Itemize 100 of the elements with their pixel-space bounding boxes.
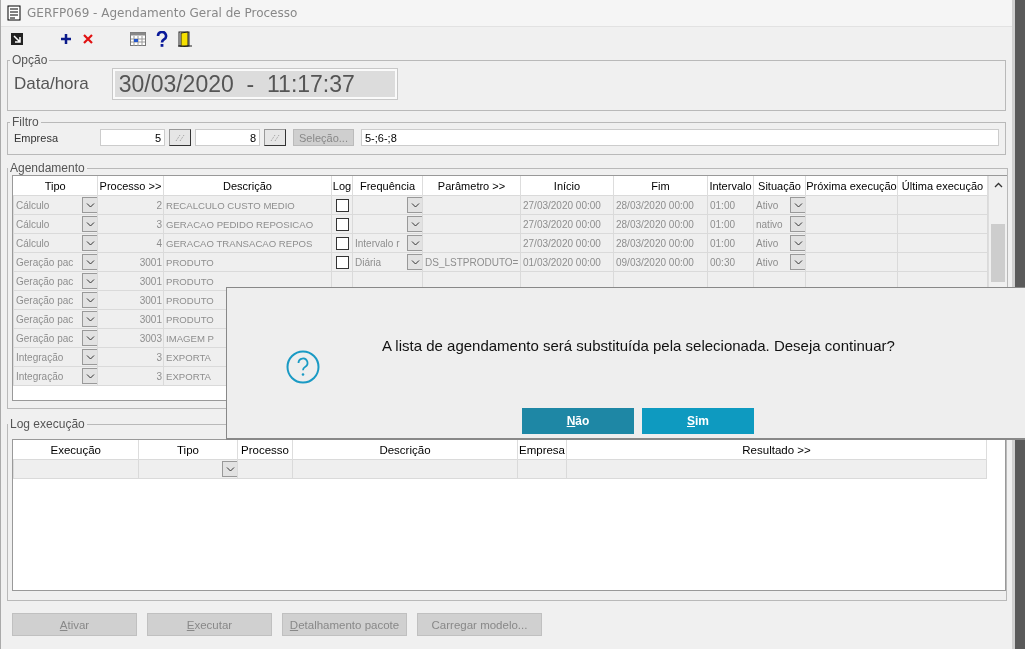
dropdown-button[interactable] xyxy=(82,349,97,365)
help-icon[interactable] xyxy=(156,31,168,47)
chevron-down-icon xyxy=(225,466,235,472)
dropdown-button[interactable] xyxy=(82,254,97,270)
table-cell: Integração xyxy=(16,351,64,363)
table-cell: GERACAO TRANSACAO REPOS xyxy=(166,237,313,249)
table-cell: 3001 xyxy=(139,256,162,268)
group-title: Agendamento xyxy=(9,161,86,175)
calendar-icon[interactable] xyxy=(130,32,146,46)
dropdown-button[interactable] xyxy=(790,216,805,232)
table-cell: 00:30 xyxy=(710,256,736,268)
hatch-icon xyxy=(175,133,185,142)
table-cell: 4 xyxy=(156,237,162,249)
column-header[interactable]: Log xyxy=(331,176,353,196)
dropdown-button[interactable] xyxy=(82,292,97,308)
lookup-button[interactable] xyxy=(264,129,286,146)
dropdown-button[interactable] xyxy=(82,330,97,346)
table-cell: DS_LSTPRODUTO= xyxy=(425,256,519,268)
dropdown-button[interactable] xyxy=(790,235,805,251)
column-header[interactable]: Tipo xyxy=(138,440,238,460)
group-title: Filtro xyxy=(11,115,40,129)
dropdown-button[interactable] xyxy=(82,273,97,289)
column-header[interactable]: Tipo xyxy=(13,176,98,196)
chevron-down-icon xyxy=(85,202,95,208)
dropdown-button[interactable] xyxy=(82,368,97,384)
table-cell: 28/03/2020 00:00 xyxy=(616,218,694,230)
chevron-down-icon xyxy=(85,373,95,379)
column-header[interactable]: Execução xyxy=(13,440,139,460)
input-field[interactable]: 5 xyxy=(100,129,165,146)
delete-icon[interactable] xyxy=(82,33,94,45)
chevron-down-icon xyxy=(85,335,95,341)
input-field[interactable]: 8 xyxy=(195,129,260,146)
checkbox[interactable] xyxy=(335,217,349,231)
table-cell: 09/03/2020 00:00 xyxy=(616,256,694,268)
dialog-button[interactable]: Não xyxy=(522,408,634,434)
chevron-down-icon xyxy=(410,221,420,227)
group-title: Log execução xyxy=(9,417,86,431)
hatch-icon xyxy=(270,133,280,142)
table-cell: 3001 xyxy=(139,275,162,287)
dropdown-button[interactable] xyxy=(407,235,422,251)
table-cell: EXPORTA xyxy=(166,351,211,363)
table-cell: PRODUTO xyxy=(166,313,214,325)
dropdown-button[interactable] xyxy=(222,461,237,477)
table-cell: Geração pac xyxy=(16,275,74,287)
column-header[interactable]: Descrição xyxy=(292,440,518,460)
table-cell: Cálculo xyxy=(16,218,50,230)
table-cell: IMAGEM P xyxy=(166,332,214,344)
column-header[interactable]: Início xyxy=(520,176,614,196)
table-cell: PRODUTO xyxy=(166,294,214,306)
selection-field[interactable]: 5-;6-;8 xyxy=(361,129,999,146)
add-icon[interactable] xyxy=(60,33,72,45)
dialog-message: A lista de agendamento será substituída pela selecionada. Deseja continuar? xyxy=(382,336,895,354)
table-cell: EXPORTA xyxy=(166,370,211,382)
chevron-down-icon xyxy=(410,259,420,265)
column-header[interactable]: Próxima execução xyxy=(805,176,898,196)
lookup-button[interactable] xyxy=(169,129,191,146)
checkbox[interactable] xyxy=(335,255,349,269)
dropdown-button[interactable] xyxy=(790,254,805,270)
column-header[interactable]: Resultado >> xyxy=(566,440,987,460)
dropdown-button[interactable] xyxy=(407,254,422,270)
exit-door-icon[interactable] xyxy=(178,31,192,47)
table-cell: Intervalo r xyxy=(355,237,400,249)
column-header[interactable]: Descrição xyxy=(163,176,332,196)
checkbox[interactable] xyxy=(335,198,349,212)
table-cell: PRODUTO xyxy=(166,275,214,287)
checkbox[interactable] xyxy=(335,236,349,250)
table-cell: RECALCULO CUSTO MEDIO xyxy=(166,199,295,211)
table-cell: 01:00 xyxy=(710,218,736,230)
table-cell: Cálculo xyxy=(16,237,50,249)
column-header[interactable]: Última execução xyxy=(897,176,988,196)
chevron-down-icon xyxy=(793,202,803,208)
column-header[interactable]: Empresa xyxy=(517,440,567,460)
dropdown-button[interactable] xyxy=(82,235,97,251)
table-cell: PRODUTO xyxy=(166,256,214,268)
dropdown-button[interactable] xyxy=(82,197,97,213)
dropdown-button[interactable] xyxy=(82,216,97,232)
chevron-down-icon xyxy=(85,354,95,360)
chevron-down-icon xyxy=(85,316,95,322)
table-cell: 01:00 xyxy=(710,199,736,211)
chevron-down-icon xyxy=(410,240,420,246)
column-header[interactable]: Processo xyxy=(237,440,293,460)
column-header[interactable]: Parâmetro >> xyxy=(422,176,521,196)
dropdown-button[interactable] xyxy=(790,197,805,213)
dropdown-button[interactable] xyxy=(407,197,422,213)
field-label: Data/hora xyxy=(14,74,89,94)
field-label: Empresa xyxy=(14,131,60,144)
table-cell: 3 xyxy=(156,351,162,363)
dropdown-button[interactable] xyxy=(407,216,422,232)
table-cell: Geração pac xyxy=(16,332,74,344)
dropdown-button[interactable] xyxy=(82,311,97,327)
column-header[interactable]: Processo >> xyxy=(97,176,164,196)
column-header[interactable]: Situação xyxy=(753,176,806,196)
export-icon[interactable] xyxy=(10,32,24,46)
table-cell: Ativo xyxy=(756,237,779,249)
datetime-field: 30/03/2020 - 11:17:37 xyxy=(112,69,397,99)
column-header[interactable]: Fim xyxy=(613,176,708,196)
column-header[interactable]: Frequência xyxy=(352,176,423,196)
table-cell: 2 xyxy=(156,199,162,211)
table-cell: Geração pac xyxy=(16,294,74,306)
column-header[interactable]: Intervalo xyxy=(707,176,754,196)
